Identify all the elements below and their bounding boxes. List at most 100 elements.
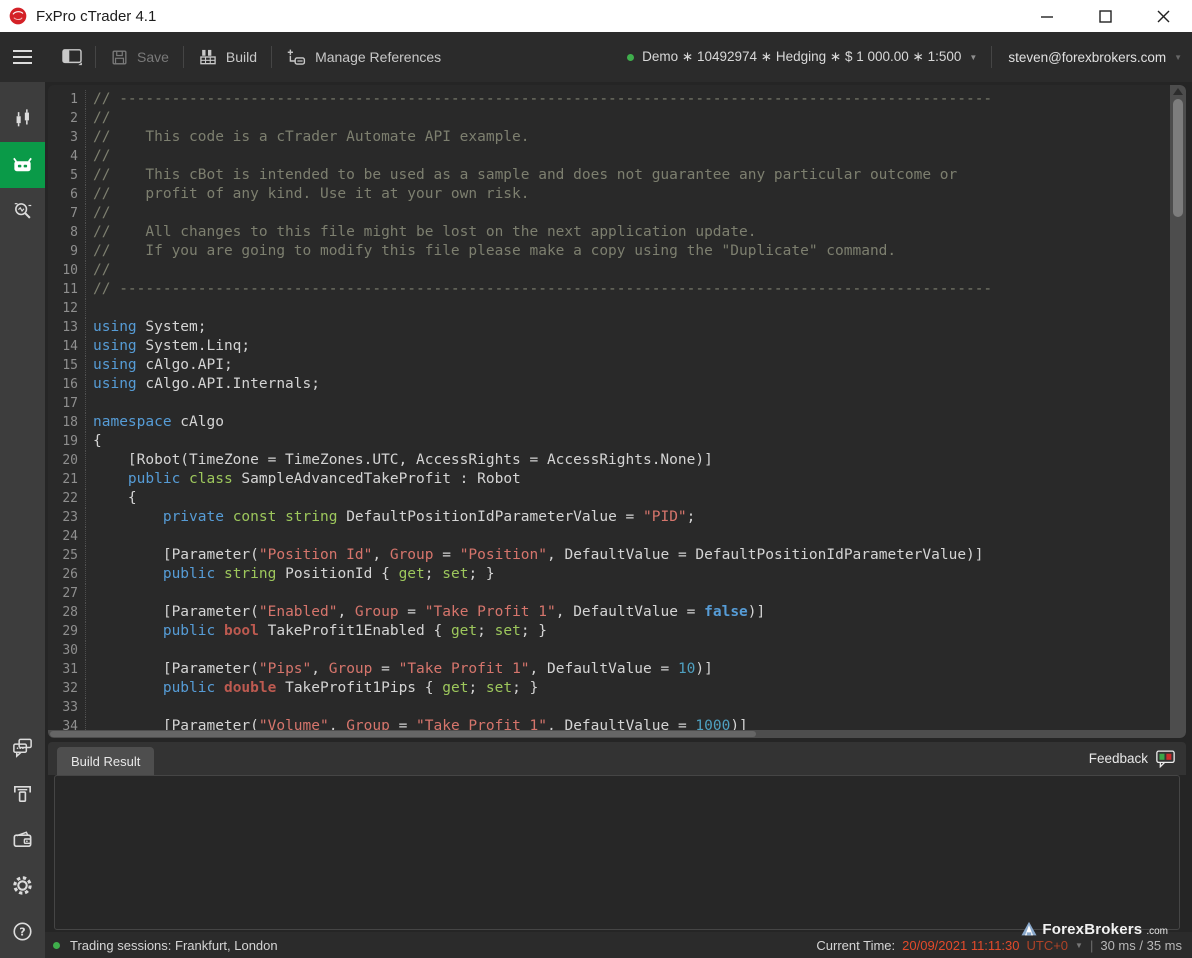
- timezone-selector[interactable]: UTC+0: [1027, 938, 1069, 953]
- line-number: 14: [48, 337, 86, 356]
- vertical-scrollbar-thumb[interactable]: [1173, 99, 1183, 217]
- forexbrokers-logo-icon: [1020, 920, 1038, 938]
- code-line[interactable]: 10//: [48, 261, 1170, 280]
- code-token: ,: [329, 718, 346, 730]
- sidebar-item-help[interactable]: ?: [0, 908, 45, 954]
- line-number: 15: [48, 356, 86, 375]
- close-button[interactable]: [1134, 0, 1192, 32]
- feedback-button[interactable]: Feedback: [1089, 742, 1176, 775]
- code-lines[interactable]: 1// ------------------------------------…: [48, 85, 1170, 730]
- code-token: )]: [748, 604, 765, 620]
- code-line[interactable]: 23 private const string DefaultPositionI…: [48, 508, 1170, 527]
- sidebar-item-settings[interactable]: [0, 862, 45, 908]
- code-line[interactable]: 33: [48, 698, 1170, 717]
- code-token: private: [163, 509, 224, 525]
- code-line[interactable]: 20 [Robot(TimeZone = TimeZones.UTC, Acce…: [48, 451, 1170, 470]
- bottom-panel-tabbar: Build Result Feedback: [48, 742, 1186, 775]
- vertical-scrollbar[interactable]: [1170, 85, 1186, 730]
- code-line[interactable]: 11// -----------------------------------…: [48, 280, 1170, 299]
- scroll-up-arrow-icon[interactable]: [1173, 88, 1183, 95]
- code-line[interactable]: 17: [48, 394, 1170, 413]
- code-text: [86, 394, 93, 413]
- code-line[interactable]: 4//: [48, 147, 1170, 166]
- code-line[interactable]: 1// ------------------------------------…: [48, 90, 1170, 109]
- tab-build-result[interactable]: Build Result: [57, 747, 154, 775]
- code-line[interactable]: 12: [48, 299, 1170, 318]
- account-summary: Demo ∗ 10492974 ∗ Hedging ∗ $ 1 000.00 ∗…: [642, 49, 961, 65]
- code-token: TakeProfit1Pips {: [276, 680, 442, 696]
- sidebar-item-wallet[interactable]: [0, 816, 45, 862]
- code-line[interactable]: 6// profit of any kind. Use it at your o…: [48, 185, 1170, 204]
- manage-references-icon: [286, 47, 307, 68]
- sidebar-item-automate[interactable]: [0, 142, 45, 188]
- code-line[interactable]: 29 public bool TakeProfit1Enabled { get;…: [48, 622, 1170, 641]
- code-line[interactable]: 30: [48, 641, 1170, 660]
- code-line[interactable]: 22 {: [48, 489, 1170, 508]
- sidebar-item-deposit[interactable]: [0, 770, 45, 816]
- code-line[interactable]: 14using System.Linq;: [48, 337, 1170, 356]
- robot-icon: [11, 154, 34, 177]
- code-line[interactable]: 16using cAlgo.API.Internals;: [48, 375, 1170, 394]
- code-token: "Take Profit 1": [416, 718, 547, 730]
- code-line[interactable]: 24: [48, 527, 1170, 546]
- code-line[interactable]: 32 public double TakeProfit1Pips { get; …: [48, 679, 1170, 698]
- code-line[interactable]: 27: [48, 584, 1170, 603]
- code-text: // This cBot is intended to be used as a…: [86, 166, 957, 185]
- code-token: get: [442, 680, 468, 696]
- current-time-label: Current Time:: [816, 938, 895, 953]
- code-text: [86, 641, 93, 660]
- code-token: [215, 566, 224, 582]
- horizontal-scrollbar-thumb[interactable]: [50, 731, 756, 737]
- line-number: 8: [48, 223, 86, 242]
- sidebar-item-analyze[interactable]: [0, 188, 45, 234]
- layout-toggle-button[interactable]: [45, 32, 95, 82]
- code-line[interactable]: 21 public class SampleAdvancedTakeProfit…: [48, 470, 1170, 489]
- maximize-button[interactable]: [1076, 0, 1134, 32]
- code-line[interactable]: 28 [Parameter("Enabled", Group = "Take P…: [48, 603, 1170, 622]
- line-number: 13: [48, 318, 86, 337]
- code-token: 10: [678, 661, 695, 677]
- line-number: 27: [48, 584, 86, 603]
- main-menu-button[interactable]: [0, 32, 45, 82]
- latency-value: 30 ms / 35 ms: [1100, 938, 1182, 953]
- user-menu[interactable]: steven@forexbrokers.com ▼: [992, 50, 1192, 65]
- code-line[interactable]: 26 public string PositionId { get; set; …: [48, 565, 1170, 584]
- code-token: "Take Profit 1": [425, 604, 556, 620]
- code-line[interactable]: 34 [Parameter("Volume", Group = "Take Pr…: [48, 717, 1170, 730]
- code-token: [180, 471, 189, 487]
- code-token: //: [93, 262, 110, 278]
- code-token: =: [390, 718, 416, 730]
- code-token: // -------------------------------------…: [93, 281, 992, 297]
- code-token: 1000: [695, 718, 730, 730]
- sidebar-item-trade[interactable]: [0, 96, 45, 142]
- code-line[interactable]: 25 [Parameter("Position Id", Group = "Po…: [48, 546, 1170, 565]
- code-line[interactable]: 3// This code is a cTrader Automate API …: [48, 128, 1170, 147]
- code-token: // -------------------------------------…: [93, 91, 992, 107]
- minimize-button[interactable]: [1018, 0, 1076, 32]
- code-line[interactable]: 9// If you are going to modify this file…: [48, 242, 1170, 261]
- line-number: 28: [48, 603, 86, 622]
- build-button[interactable]: Build: [184, 32, 271, 82]
- code-editor[interactable]: 1// ------------------------------------…: [48, 85, 1186, 738]
- sidebar-item-chat[interactable]: [0, 724, 45, 770]
- code-line[interactable]: 19{: [48, 432, 1170, 451]
- code-line[interactable]: 18namespace cAlgo: [48, 413, 1170, 432]
- code-text: public string PositionId { get; set; }: [86, 565, 495, 584]
- code-token: [93, 623, 163, 639]
- build-result-panel: [54, 775, 1180, 930]
- horizontal-scrollbar[interactable]: [48, 730, 1186, 738]
- line-number: 17: [48, 394, 86, 413]
- manage-references-button[interactable]: Manage References: [272, 32, 455, 82]
- code-line[interactable]: 2//: [48, 109, 1170, 128]
- code-line[interactable]: 15using cAlgo.API;: [48, 356, 1170, 375]
- line-number: 6: [48, 185, 86, 204]
- code-line[interactable]: 31 [Parameter("Pips", Group = "Take Prof…: [48, 660, 1170, 679]
- code-line[interactable]: 7//: [48, 204, 1170, 223]
- account-selector[interactable]: Demo ∗ 10492974 ∗ Hedging ∗ $ 1 000.00 ∗…: [627, 49, 977, 65]
- code-line[interactable]: 13using System;: [48, 318, 1170, 337]
- save-button[interactable]: Save: [96, 32, 183, 82]
- code-token: ,: [372, 547, 389, 563]
- code-line[interactable]: 5// This cBot is intended to be used as …: [48, 166, 1170, 185]
- code-line[interactable]: 8// All changes to this file might be lo…: [48, 223, 1170, 242]
- chevron-down-icon[interactable]: ▼: [1075, 941, 1083, 950]
